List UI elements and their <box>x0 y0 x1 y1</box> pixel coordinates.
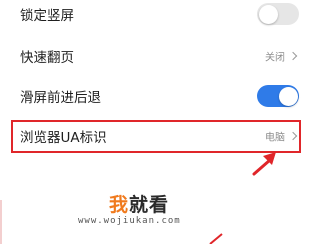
red-arrow-fragment-icon <box>209 233 223 244</box>
highlight-box <box>11 120 301 153</box>
lock-portrait-toggle[interactable] <box>257 3 299 25</box>
watermark-logo-text: 就看 <box>129 194 170 216</box>
setting-label-quick-page-turn: 快速翻页 <box>20 50 74 66</box>
setting-row-quick-page-turn[interactable]: 快速翻页 关闭 <box>0 36 315 76</box>
toggle-knob <box>278 86 298 106</box>
swipe-navigation-toggle[interactable] <box>257 85 299 107</box>
watermark: 我就看 www.wojiukan.com <box>78 190 238 234</box>
setting-row-lock-portrait[interactable]: 锁定竖屏 <box>0 0 315 34</box>
setting-label-swipe-navigation: 滑屏前进后退 <box>20 90 101 106</box>
left-edge-marker <box>0 200 2 244</box>
setting-row-swipe-navigation[interactable]: 滑屏前进后退 <box>0 76 315 116</box>
red-arrow-icon <box>252 152 276 176</box>
toggle-knob <box>258 4 278 24</box>
chevron-right-icon <box>288 51 298 61</box>
watermark-logo-accent: 我 <box>109 194 130 216</box>
watermark-logo: 我就看 <box>109 190 169 217</box>
watermark-url: www.wojiukan.com <box>78 216 181 226</box>
settings-list: 锁定竖屏 快速翻页 关闭 滑屏前进后退 浏览器UA标识 电脑 我就看 www.w… <box>0 0 315 244</box>
quick-page-turn-value: 关闭 <box>265 52 285 64</box>
setting-label-lock-portrait: 锁定竖屏 <box>20 8 74 24</box>
